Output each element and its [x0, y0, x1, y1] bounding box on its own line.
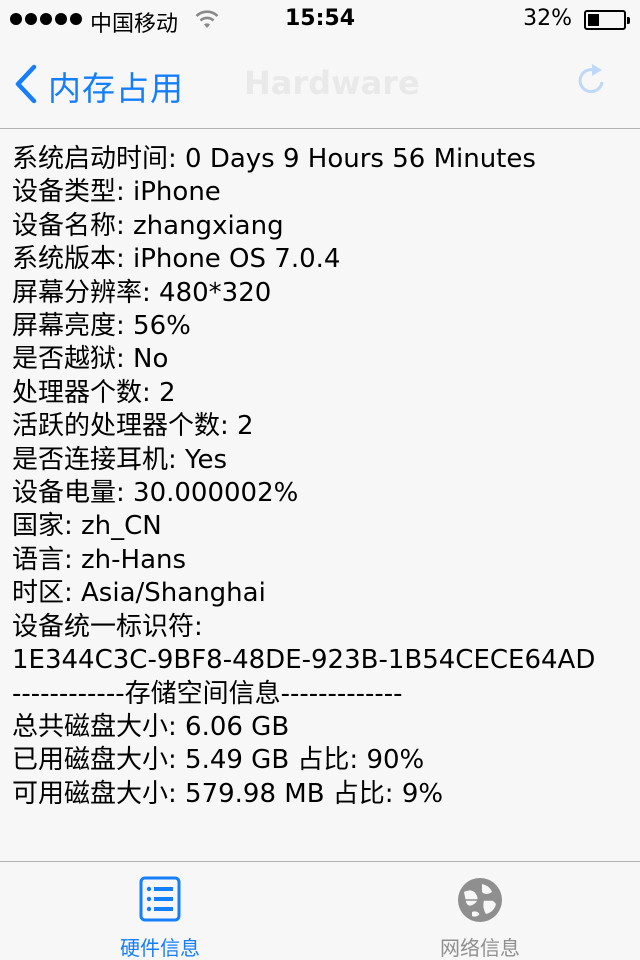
info-line: 系统启动时间: 0 Days 9 Hours 56 Minutes [12, 144, 536, 174]
refresh-icon[interactable] [572, 60, 612, 104]
navigation-bar: 内存占用 Hardware [0, 40, 640, 129]
nav-title: Hardware [244, 64, 420, 102]
hardware-info-list: 系统启动时间: 0 Days 9 Hours 56 Minutes 设备类型: i… [12, 143, 632, 811]
info-line: 时区: Asia/Shanghai [12, 578, 266, 609]
info-line: 已用磁盘大小: 5.49 GB 占比: 90% [12, 745, 425, 776]
tab-network-info[interactable]: 网络信息 [320, 862, 640, 960]
globe-icon [456, 876, 504, 928]
info-line: 屏幕分辨率: 480*320 [12, 277, 272, 308]
info-line: ------------存储空间信息------------- [12, 678, 403, 709]
info-line: 活跃的处理器个数: 2 [12, 411, 254, 442]
battery-percent: 32% [523, 6, 572, 31]
info-line: 是否连接耳机: Yes [12, 444, 227, 475]
info-line: 可用磁盘大小: 579.98 MB 占比: 9% [12, 778, 444, 809]
back-button-label: 内存占用 [48, 69, 184, 108]
info-line: 是否越狱: No [12, 344, 169, 375]
info-line: 处理器个数: 2 [12, 377, 176, 408]
info-line: 1E344C3C-9BF8-48DE-923B-1B54CECE64AD [12, 645, 596, 676]
info-line: 设备电量: 30.000002% [12, 478, 299, 509]
chevron-left-icon [14, 64, 38, 108]
info-line: 系统版本: iPhone OS 7.0.4 [12, 244, 341, 275]
tab-bar: 硬件信息 网络信息 [0, 861, 640, 960]
list-icon [139, 876, 181, 926]
info-line: 国家: zh_CN [12, 511, 162, 542]
screen: 中国移动 15:54 32% 内存占用 Hardware 系统启动时间: 0 D… [0, 0, 640, 960]
back-button[interactable]: 内存占用 [14, 62, 184, 110]
tab-network-info-label: 网络信息 [440, 936, 520, 960]
tab-hardware-info-label: 硬件信息 [120, 936, 200, 960]
info-line: 设备类型: iPhone [12, 177, 221, 208]
info-line: 总共磁盘大小: 6.06 GB [12, 711, 290, 742]
battery-icon [584, 10, 630, 30]
info-line: 语言: zh-Hans [12, 544, 187, 575]
info-line: 设备名称: zhangxiang [12, 210, 284, 241]
battery-level-fill [588, 14, 599, 26]
info-line: 设备统一标识符: [12, 611, 203, 642]
tab-hardware-info[interactable]: 硬件信息 [0, 862, 320, 960]
info-line: 屏幕亮度: 56% [12, 311, 191, 342]
status-bar: 中国移动 15:54 32% [0, 0, 640, 40]
